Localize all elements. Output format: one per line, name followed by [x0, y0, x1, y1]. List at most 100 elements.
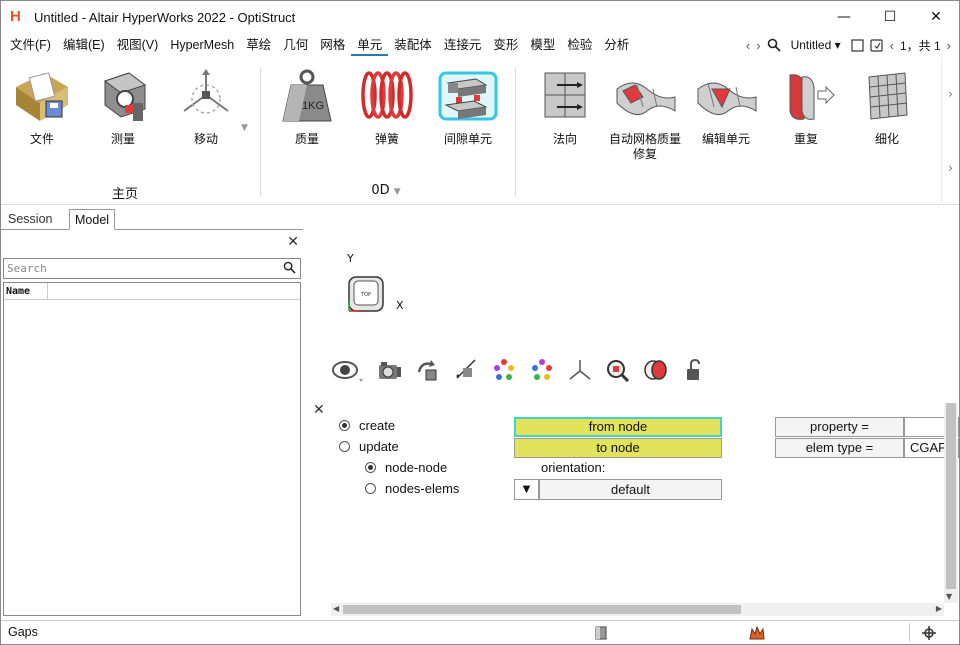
- ribbon-gap-element-button[interactable]: 间隙单元: [428, 67, 508, 147]
- group-label-0d[interactable]: 0D ▼: [346, 183, 426, 198]
- page-prev-icon[interactable]: ‹: [890, 38, 894, 53]
- ribbon-repeat-button[interactable]: 重复: [766, 67, 846, 147]
- nodes-elems-radio-label: nodes-elems: [385, 481, 460, 496]
- scroll-down-arrow-icon[interactable]: ▼: [946, 592, 952, 601]
- triad-display-icon[interactable]: [567, 357, 593, 383]
- back-arrow-icon[interactable]: ‹: [746, 38, 750, 53]
- page-next-icon[interactable]: ›: [947, 38, 951, 53]
- to-node-selector[interactable]: to node: [514, 438, 722, 458]
- ribbon-auto-mesh-quality-button[interactable]: 自动网格质量修复: [605, 67, 685, 162]
- update-radio-dot[interactable]: [339, 441, 350, 452]
- axis-x-label: X: [396, 299, 404, 312]
- refresh-icon[interactable]: [870, 38, 884, 52]
- horizontal-scroll-thumb[interactable]: [343, 605, 741, 614]
- solver-status-icon[interactable]: [748, 625, 766, 641]
- forward-arrow-icon[interactable]: ›: [756, 38, 760, 53]
- elem-type-button[interactable]: elem type =: [775, 438, 904, 458]
- camera-icon[interactable]: [377, 357, 403, 383]
- close-button[interactable]: ✕: [913, 1, 959, 33]
- menu-bar: 文件(F) 编辑(E) 视图(V) HyperMesh 草绘 几何 网格 单元 …: [1, 34, 959, 56]
- move-icon: [183, 69, 229, 114]
- file-folder-icon: [16, 72, 68, 121]
- tree-column-name[interactable]: Name: [4, 283, 48, 299]
- nodes-elems-radio[interactable]: nodes-elems: [365, 481, 459, 496]
- menu-analysis[interactable]: 分析: [598, 34, 635, 56]
- crosshair-icon[interactable]: [921, 625, 937, 641]
- menu-connectors[interactable]: 连接元: [438, 34, 488, 56]
- create-radio-dot[interactable]: [339, 420, 350, 431]
- search-icon[interactable]: [767, 38, 781, 52]
- ribbon-measure-button[interactable]: 测量: [83, 67, 163, 147]
- ribbon-move-button[interactable]: 移动: [166, 67, 246, 147]
- minimize-button[interactable]: —: [821, 1, 867, 33]
- menu-view[interactable]: 视图(V): [111, 34, 165, 56]
- window-toggle-icon[interactable]: [851, 38, 864, 52]
- node-node-radio[interactable]: node-node: [365, 460, 447, 475]
- menu-morph[interactable]: 变形: [487, 34, 524, 56]
- vertical-scroll-thumb[interactable]: [946, 403, 956, 589]
- panel-close-icon[interactable]: ✕: [313, 402, 325, 418]
- window-title: Untitled - Altair HyperWorks 2022 - Opti…: [34, 9, 296, 25]
- visibility-eye-icon[interactable]: [331, 357, 365, 383]
- maximize-button[interactable]: ☐: [867, 1, 913, 33]
- nodes-elems-radio-dot[interactable]: [365, 483, 376, 494]
- component-status-icon[interactable]: [594, 625, 608, 641]
- menu-edit[interactable]: 编辑(E): [57, 34, 111, 56]
- group-label-0d-text: 0D: [371, 183, 390, 198]
- ribbon-edit-element-button[interactable]: 编辑单元: [686, 67, 766, 147]
- tab-session[interactable]: Session: [3, 209, 57, 230]
- menu-file[interactable]: 文件(F): [4, 34, 57, 56]
- menu-model[interactable]: 模型: [524, 34, 561, 56]
- view-cube-icon[interactable]: TOP: [345, 271, 389, 315]
- scroll-left-arrow-icon[interactable]: ◀: [333, 604, 339, 613]
- menu-mesh[interactable]: 网格: [314, 34, 351, 56]
- ribbon-mass-button[interactable]: 1KG 质量: [267, 67, 347, 147]
- color-by-property-icon[interactable]: [529, 357, 555, 383]
- menu-hypermesh[interactable]: HyperMesh: [164, 34, 240, 56]
- ribbon-scroll-right-icon[interactable]: ›: [948, 161, 953, 175]
- menu-elements[interactable]: 单元: [351, 34, 389, 56]
- ribbon-file-button[interactable]: 文件: [2, 67, 82, 147]
- unlock-icon[interactable]: [681, 357, 707, 383]
- window-controls: — ☐ ✕: [821, 1, 959, 33]
- update-radio[interactable]: update: [339, 439, 399, 454]
- rotate-view-icon[interactable]: [415, 357, 441, 383]
- ribbon-scroll-right-icon[interactable]: ›: [948, 87, 953, 101]
- move-dropdown-arrow-icon[interactable]: ▼: [241, 123, 248, 133]
- browser-close-icon[interactable]: ✕: [287, 234, 299, 250]
- ribbon-refine-button[interactable]: 细化: [847, 67, 927, 147]
- tab-model[interactable]: Model: [69, 209, 116, 230]
- scroll-right-arrow-icon[interactable]: ▶: [936, 604, 942, 613]
- menu-check[interactable]: 检验: [561, 34, 598, 56]
- menu-assembly[interactable]: 装配体: [388, 34, 438, 56]
- status-separator: [909, 623, 910, 641]
- measure-icon: [103, 72, 147, 121]
- panel-horizontal-scrollbar[interactable]: ◀ ▶: [331, 603, 944, 616]
- normal-icon: [544, 72, 586, 118]
- menu-sketch[interactable]: 草绘: [240, 34, 277, 56]
- browser-tabs: Session Model: [1, 208, 303, 230]
- ribbon-normal-button[interactable]: 法向: [525, 67, 605, 147]
- axis-triad[interactable]: Y TOP X: [341, 249, 411, 319]
- from-node-selector[interactable]: from node: [514, 417, 722, 437]
- node-node-radio-dot[interactable]: [365, 462, 376, 473]
- ribbon-spring-button[interactable]: 弹簧: [347, 67, 427, 147]
- orientation-dropdown-value[interactable]: default: [539, 479, 722, 500]
- create-radio[interactable]: create: [339, 418, 395, 433]
- section-cut-icon[interactable]: [453, 357, 479, 383]
- orientation-dropdown-toggle[interactable]: ▼: [514, 479, 539, 500]
- property-button[interactable]: property =: [775, 417, 904, 437]
- tree-header: Name: [4, 283, 300, 300]
- color-by-component-icon[interactable]: [491, 357, 517, 383]
- ribbon-normal-label: 法向: [552, 132, 577, 146]
- ribbon-separator: [515, 67, 516, 197]
- ribbon-auto-mesh-quality-label: 自动网格质量修复: [608, 132, 681, 161]
- model-dropdown[interactable]: Untitled ▾: [787, 38, 845, 52]
- panel-vertical-scrollbar[interactable]: ▼: [944, 403, 958, 603]
- menu-geometry[interactable]: 几何: [277, 34, 314, 56]
- zoom-to-fit-icon[interactable]: [605, 357, 631, 383]
- browser-search-input[interactable]: Search: [3, 258, 301, 279]
- search-icon[interactable]: [283, 261, 296, 274]
- model-tree[interactable]: Name: [3, 282, 301, 616]
- mask-icon[interactable]: [643, 357, 669, 383]
